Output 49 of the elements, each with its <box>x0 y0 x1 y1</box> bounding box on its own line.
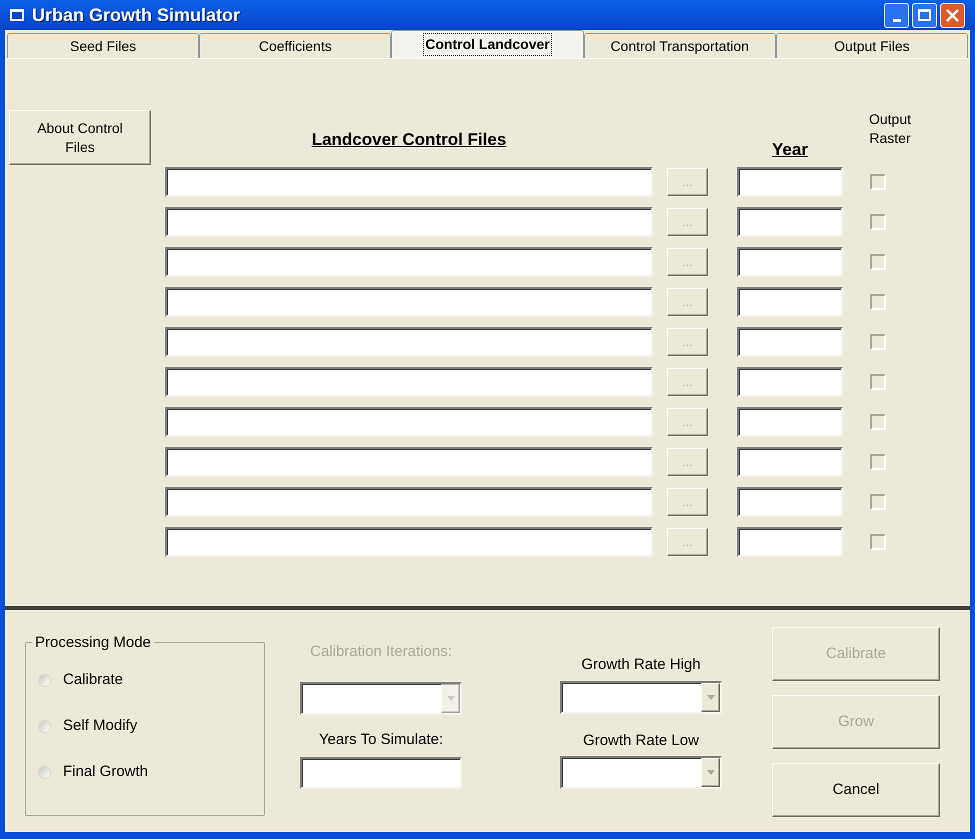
year-field[interactable] <box>737 327 843 357</box>
about-control-files-button[interactable]: About Control Files <box>9 110 151 165</box>
year-field[interactable] <box>737 247 843 277</box>
radio-label: Final Growth <box>63 762 148 782</box>
file-path-field[interactable] <box>165 207 653 237</box>
radio-button[interactable] <box>38 766 51 778</box>
year-field[interactable] <box>737 287 843 317</box>
radio-button[interactable] <box>38 674 51 686</box>
file-path-field[interactable] <box>165 167 653 197</box>
calibration-iterations-label: Calibration Iterations: <box>309 642 453 662</box>
file-path-field[interactable] <box>165 367 653 397</box>
column-heading: Output Raster <box>868 110 912 148</box>
year-field[interactable] <box>737 407 843 437</box>
growth-rate-low-label: Growth Rate Low <box>582 730 700 750</box>
tab[interactable]: Output Files <box>776 33 968 58</box>
file-path-field[interactable] <box>165 487 653 517</box>
file-path-field[interactable] <box>165 287 653 317</box>
maximize-icon[interactable] <box>912 2 937 28</box>
file-path-field[interactable] <box>165 527 653 557</box>
tab[interactable]: Control Landcover <box>391 30 584 58</box>
action-button[interactable]: Cancel <box>772 763 940 817</box>
window-icon <box>10 9 24 21</box>
radio-label: Calibrate <box>63 670 124 690</box>
minimize-icon[interactable] <box>884 2 909 28</box>
year-field[interactable] <box>737 207 843 237</box>
radio-button[interactable] <box>38 720 51 732</box>
file-path-field[interactable] <box>165 327 653 357</box>
file-path-field[interactable] <box>165 407 653 437</box>
year-field[interactable] <box>737 367 843 397</box>
file-path-field[interactable] <box>165 247 653 277</box>
tab[interactable]: Control Transportation <box>584 33 776 58</box>
years-to-simulate-label: Years To Simulate: <box>318 730 444 750</box>
growth-rate-high-label: Growth Rate High <box>580 655 702 675</box>
year-field[interactable] <box>737 487 843 517</box>
file-path-field[interactable] <box>165 447 653 477</box>
tab[interactable]: Seed Files <box>7 33 200 58</box>
year-field[interactable] <box>737 167 843 197</box>
close-icon[interactable] <box>940 2 965 28</box>
tab[interactable]: Coefficients <box>199 33 392 58</box>
column-heading: Year <box>772 139 808 161</box>
years-to-simulate-field[interactable] <box>300 757 462 789</box>
year-field[interactable] <box>737 447 843 477</box>
calibration-iterations-dropdown[interactable] <box>300 682 462 714</box>
column-heading: Landcover Control Files <box>312 129 506 151</box>
growth-rate-high-dropdown[interactable] <box>560 680 722 714</box>
growth-rate-low-dropdown[interactable] <box>560 756 722 789</box>
window-title: Urban Growth Simulator <box>32 4 240 26</box>
year-field[interactable] <box>737 527 843 557</box>
radio-label: Self Modify <box>63 716 138 736</box>
